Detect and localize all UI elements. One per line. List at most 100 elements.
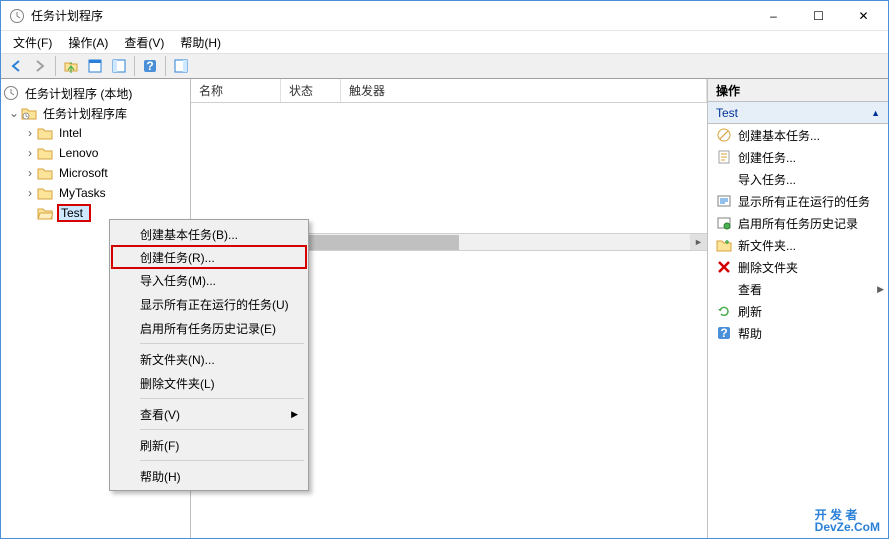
ctx-item[interactable]: 创建基本任务(B)... [112,222,306,246]
expander-icon[interactable]: ⌄ [7,106,21,120]
blank-icon [716,171,732,187]
col-status[interactable]: 状态 [281,79,341,102]
close-button[interactable]: ✕ [841,2,886,30]
expander-icon[interactable]: › [23,146,37,160]
action-item[interactable]: 启用所有任务历史记录 [708,212,888,234]
menu-separator [140,398,304,399]
window-title: 任务计划程序 [31,7,751,24]
action-label: 启用所有任务历史记录 [738,215,884,232]
collapse-icon[interactable]: ▲ [871,108,880,118]
history-icon [716,215,732,231]
blank-icon [716,281,732,297]
tree-item-microsoft[interactable]: › Microsoft [3,163,188,183]
action-item[interactable]: 显示所有正在运行的任务 [708,190,888,212]
toolbar-sep [165,56,166,76]
ctx-item[interactable]: 刷新(F) [112,433,306,457]
back-button[interactable] [5,55,27,77]
tree-lib-label: 任务计划程序库 [41,105,129,122]
list-header: 名称 状态 触发器 [191,79,707,103]
menu-help[interactable]: 帮助(H) [172,32,229,53]
ctx-item[interactable]: 显示所有正在运行的任务(U) [112,292,306,316]
folder-icon [37,165,53,181]
list-body [191,103,707,233]
ctx-item[interactable]: 创建任务(R)... [111,245,307,269]
folder-icon [37,125,53,141]
expander-icon[interactable]: › [23,166,37,180]
clock-icon [3,85,19,101]
menubar: 文件(F) 操作(A) 查看(V) 帮助(H) [1,31,888,53]
action-item[interactable]: 导入任务... [708,168,888,190]
action-label: 帮助 [738,325,884,342]
submenu-arrow-icon: ▶ [291,409,298,420]
delete-icon [716,259,732,275]
forward-button[interactable] [29,55,51,77]
menu-view[interactable]: 查看(V) [116,32,172,53]
action-label: 显示所有正在运行的任务 [738,193,884,210]
tree-item-label: Microsoft [57,166,110,180]
action-item[interactable]: 查看 ▶ [708,278,888,300]
tree-item-label: Test [57,204,91,222]
col-name[interactable]: 名称 [191,79,281,102]
up-button[interactable] [60,55,82,77]
panel3-button[interactable] [170,55,192,77]
help-toolbar-button[interactable] [139,55,161,77]
menu-file[interactable]: 文件(F) [5,32,60,53]
expander-icon[interactable]: › [23,126,37,140]
tree-root[interactable]: 任务计划程序 (本地) [3,83,188,103]
action-label: 导入任务... [738,171,884,188]
context-menu: 创建基本任务(B)...创建任务(R)...导入任务(M)...显示所有正在运行… [109,219,309,491]
folder-lib-icon [21,105,37,121]
tree-item-mytasks[interactable]: › MyTasks [3,183,188,203]
maximize-button[interactable]: ☐ [796,2,841,30]
expander-icon[interactable] [23,206,37,220]
tree-item-lenovo[interactable]: ›Lenovo [3,143,188,163]
action-item[interactable]: 刷新 [708,300,888,322]
ctx-item[interactable]: 删除文件夹(L) [112,371,306,395]
action-item[interactable]: 新文件夹... [708,234,888,256]
action-label: 查看 [738,281,871,298]
actions-subheader-label: Test [716,106,738,120]
submenu-arrow-icon: ▶ [877,284,884,295]
action-item[interactable]: 帮助 [708,322,888,344]
menu-separator [140,343,304,344]
menu-separator [140,460,304,461]
ctx-item[interactable]: 启用所有任务历史记录(E) [112,316,306,340]
tree-item-label: MyTasks [57,186,108,200]
tree-library[interactable]: ⌄ 任务计划程序库 [3,103,188,123]
col-trigger[interactable]: 触发器 [341,79,707,102]
running-icon [716,193,732,209]
wizard-icon [716,127,732,143]
panel1-button[interactable] [84,55,106,77]
minimize-button[interactable]: – [751,2,796,30]
ctx-item[interactable]: 导入任务(M)... [112,268,306,292]
menu-action[interactable]: 操作(A) [60,32,116,53]
action-item[interactable]: 删除文件夹 [708,256,888,278]
ctx-item[interactable]: 查看(V)▶ [112,402,306,426]
tree-item-label: Intel [57,126,84,140]
folder-icon [37,205,53,221]
actions-subheader[interactable]: Test ▲ [708,102,888,124]
action-label: 删除文件夹 [738,259,884,276]
action-item[interactable]: 创建基本任务... [708,124,888,146]
toolbar [1,53,888,79]
action-item[interactable]: 创建任务... [708,146,888,168]
action-label: 创建任务... [738,149,884,166]
action-label: 新文件夹... [738,237,884,254]
ctx-item[interactable]: 新文件夹(N)... [112,347,306,371]
actions-pane: 操作 Test ▲ 创建基本任务... 创建任务... 导入任务... 显示所有正在运… [708,79,888,538]
panel2-button[interactable] [108,55,130,77]
scroll-right-icon[interactable]: ► [690,234,707,251]
refresh-icon [716,303,732,319]
toolbar-sep [55,56,56,76]
tree-item-intel[interactable]: › Intel [3,123,188,143]
toolbar-sep [134,56,135,76]
help-icon [716,325,732,341]
folder-icon [37,185,53,201]
ctx-item[interactable]: 帮助(H) [112,464,306,488]
menu-separator [140,429,304,430]
folder-icon [37,145,53,161]
actions-header: 操作 [708,79,888,102]
expander-icon[interactable]: › [23,186,37,200]
tree-root-label: 任务计划程序 (本地) [23,85,134,102]
action-label: 刷新 [738,303,884,320]
